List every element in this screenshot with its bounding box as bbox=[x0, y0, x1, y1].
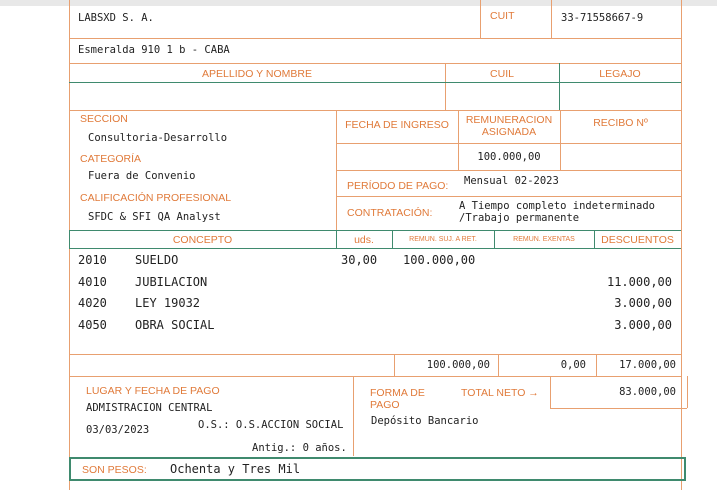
cuit-label: CUIT bbox=[490, 10, 515, 22]
company-name: LABSXD S. A. bbox=[78, 12, 154, 24]
concepto-header: CONCEPTO bbox=[172, 234, 233, 246]
right-border bbox=[681, 0, 682, 490]
divider bbox=[69, 63, 681, 64]
fecha-ingreso-label: FECHA DE INGRESO bbox=[345, 119, 449, 131]
legajo-label: LEGAJO bbox=[599, 68, 641, 80]
seccion-value: Consultoria-Desarrollo bbox=[88, 132, 228, 144]
top-scan-shadow bbox=[0, 0, 717, 6]
contratacion-value-1: A Tiempo completo indeterminado bbox=[459, 200, 655, 212]
son-pesos-box bbox=[69, 457, 686, 481]
row-descuento: 3.000,00 bbox=[614, 318, 672, 332]
remuneracion-value: 100.000,00 bbox=[477, 151, 541, 163]
total-neto-label: TOTAL NETO → bbox=[461, 387, 539, 399]
divider bbox=[687, 376, 688, 408]
apellido-nombre-label: APELLIDO Y NOMBRE bbox=[202, 68, 312, 80]
row-descuento: 11.000,00 bbox=[606, 275, 672, 289]
forma-pago-label-2: PAGO bbox=[370, 399, 400, 411]
remun-exentas-header: REMUN. EXENTAS bbox=[513, 236, 575, 243]
row-concept: JUBILACION bbox=[135, 275, 208, 289]
total-remun: 100.000,00 bbox=[426, 359, 490, 371]
row-concept: LEY 19032 bbox=[135, 296, 201, 310]
divider bbox=[353, 376, 354, 456]
divider bbox=[336, 196, 681, 197]
forma-pago-label-1: FORMA DE bbox=[370, 387, 425, 399]
descuentos-header: DESCUENTOS bbox=[601, 234, 674, 246]
divider bbox=[336, 143, 681, 144]
company-address: Esmeralda 910 1 b - CABA bbox=[78, 44, 230, 56]
categoria-label: CATEGORÍA bbox=[80, 153, 142, 165]
row-code: 4050 bbox=[78, 318, 107, 332]
remuneracion-label-2: ASIGNADA bbox=[481, 126, 537, 138]
total-neto-value: 83.000,00 bbox=[619, 386, 676, 398]
divider bbox=[550, 408, 687, 409]
periodo-value: Mensual 02-2023 bbox=[464, 175, 559, 187]
divider bbox=[69, 110, 681, 111]
obra-social-value: O.S.: O.S.ACCION SOCIAL bbox=[198, 419, 344, 431]
son-pesos-value: Ochenta y Tres Mil bbox=[170, 462, 301, 476]
calificacion-label: CALIFICACIÓN PROFESIONAL bbox=[80, 192, 232, 204]
divider bbox=[69, 248, 681, 249]
divider bbox=[480, 0, 481, 38]
divider bbox=[69, 82, 681, 83]
contratacion-label: CONTRATACIÓN: bbox=[347, 207, 433, 219]
divider bbox=[69, 376, 681, 377]
divider bbox=[551, 0, 552, 38]
row-concept: SUELDO bbox=[135, 253, 179, 267]
uds-header: uds. bbox=[354, 234, 374, 246]
periodo-label: PERÍODO DE PAGO: bbox=[347, 180, 449, 192]
row-code: 4020 bbox=[78, 296, 107, 310]
remuneracion-label-1: REMUNERACION bbox=[465, 114, 553, 126]
row-descuento: 3.000,00 bbox=[614, 296, 672, 310]
remun-suj-header: REMUN. SUJ. A RET. bbox=[409, 236, 477, 243]
row-concept: OBRA SOCIAL bbox=[135, 318, 215, 332]
row-remun: 100.000,00 bbox=[403, 253, 476, 267]
contratacion-value-2: /Trabajo permanente bbox=[459, 212, 580, 224]
cuil-label: CUIL bbox=[490, 68, 514, 80]
row-code: 2010 bbox=[78, 253, 107, 267]
categoria-value: Fuera de Convenio bbox=[88, 170, 196, 182]
divider bbox=[69, 230, 681, 231]
row-uds: 30,00 bbox=[341, 253, 378, 267]
forma-pago-value: Depósito Bancario bbox=[371, 415, 479, 427]
row-code: 4010 bbox=[78, 275, 107, 289]
recibo-label: RECIBO Nº bbox=[593, 117, 648, 129]
divider bbox=[69, 38, 681, 39]
fecha-pago-value: 03/03/2023 bbox=[86, 424, 150, 436]
son-pesos-label: SON PESOS: bbox=[82, 464, 147, 476]
lugar-fecha-label: LUGAR Y FECHA DE PAGO bbox=[86, 385, 220, 397]
divider bbox=[336, 170, 681, 171]
total-descuentos: 17.000,00 bbox=[619, 359, 676, 371]
antiguedad-value: Antig.: 0 años. bbox=[252, 442, 347, 454]
cuit-value: 33-71558667-9 bbox=[561, 12, 644, 24]
total-exentas: 0,00 bbox=[560, 359, 586, 371]
calificacion-value: SFDC & SFI QA Analyst bbox=[88, 211, 221, 223]
divider bbox=[69, 354, 681, 355]
seccion-label: SECCION bbox=[80, 113, 128, 125]
lugar-value: ADMISTRACION CENTRAL bbox=[86, 402, 213, 414]
